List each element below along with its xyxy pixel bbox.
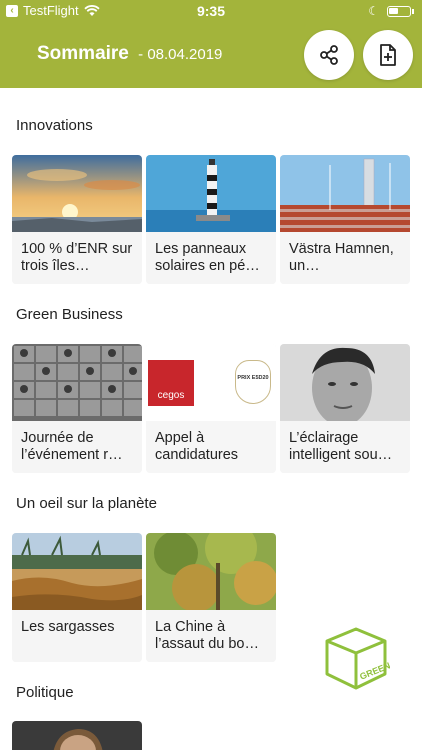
article-title: Les sargasses: [12, 610, 142, 662]
article-card[interactable]: Journée de l’événement r…: [12, 344, 142, 473]
share-icon: [320, 45, 338, 65]
cegos-logo: cegos: [148, 360, 194, 406]
share-button[interactable]: [304, 30, 354, 80]
article-card[interactable]: [12, 721, 142, 750]
article-image: cegos PRIX E5D20: [146, 344, 276, 421]
article-image: [12, 155, 142, 232]
section-title-green-business: Green Business: [16, 306, 123, 323]
article-title: L’éclairage intelligent sou…: [280, 421, 410, 473]
article-image: [146, 533, 276, 610]
moon-icon: ☾: [368, 4, 379, 18]
article-title: Les panneaux solaires en pé…: [146, 232, 276, 284]
article-card[interactable]: cegos PRIX E5D20 Appel à candidatures: [146, 344, 276, 473]
article-card[interactable]: Västra Hamnen, un…: [280, 155, 410, 284]
article-image: [280, 155, 410, 232]
issue-date: 08.04.2019: [147, 46, 223, 63]
page-title: Sommaire - 08.04.2019: [37, 43, 223, 64]
file-plus-icon: [380, 44, 396, 66]
new-document-button[interactable]: [363, 30, 413, 80]
article-card[interactable]: La Chine à l’assaut du bo…: [146, 533, 276, 662]
article-card[interactable]: L’éclairage intelligent sou…: [280, 344, 410, 473]
section-title-innovations: Innovations: [16, 117, 93, 134]
article-image: [280, 344, 410, 421]
status-bar: ‹ TestFlight 9:35 ☾: [0, 0, 422, 22]
green-logo-icon[interactable]: GREEN: [322, 626, 390, 692]
article-card[interactable]: Les sargasses: [12, 533, 142, 662]
article-title: Appel à candidatures: [146, 421, 276, 473]
article-card[interactable]: Les panneaux solaires en pé…: [146, 155, 276, 284]
article-title: 100 % d’ENR sur trois îles…: [12, 232, 142, 284]
article-title: Västra Hamnen, un…: [280, 232, 410, 284]
clock: 9:35: [196, 3, 226, 19]
award-badge: PRIX E5D20: [235, 360, 271, 404]
article-title: Journée de l’événement r…: [12, 421, 142, 473]
article-image: [12, 721, 142, 750]
header-bar: ‹ TestFlight 9:35 ☾ Sommaire - 08.04.201…: [0, 0, 422, 88]
article-image: [12, 533, 142, 610]
article-card[interactable]: 100 % d’ENR sur trois îles…: [12, 155, 142, 284]
article-image: [12, 344, 142, 421]
section-title-un-oeil-sur-la-planete: Un oeil sur la planète: [16, 495, 157, 512]
battery-icon: [387, 5, 411, 17]
section-title-politique: Politique: [16, 684, 74, 701]
article-image: [146, 155, 276, 232]
article-title: La Chine à l’assaut du bo…: [146, 610, 276, 662]
